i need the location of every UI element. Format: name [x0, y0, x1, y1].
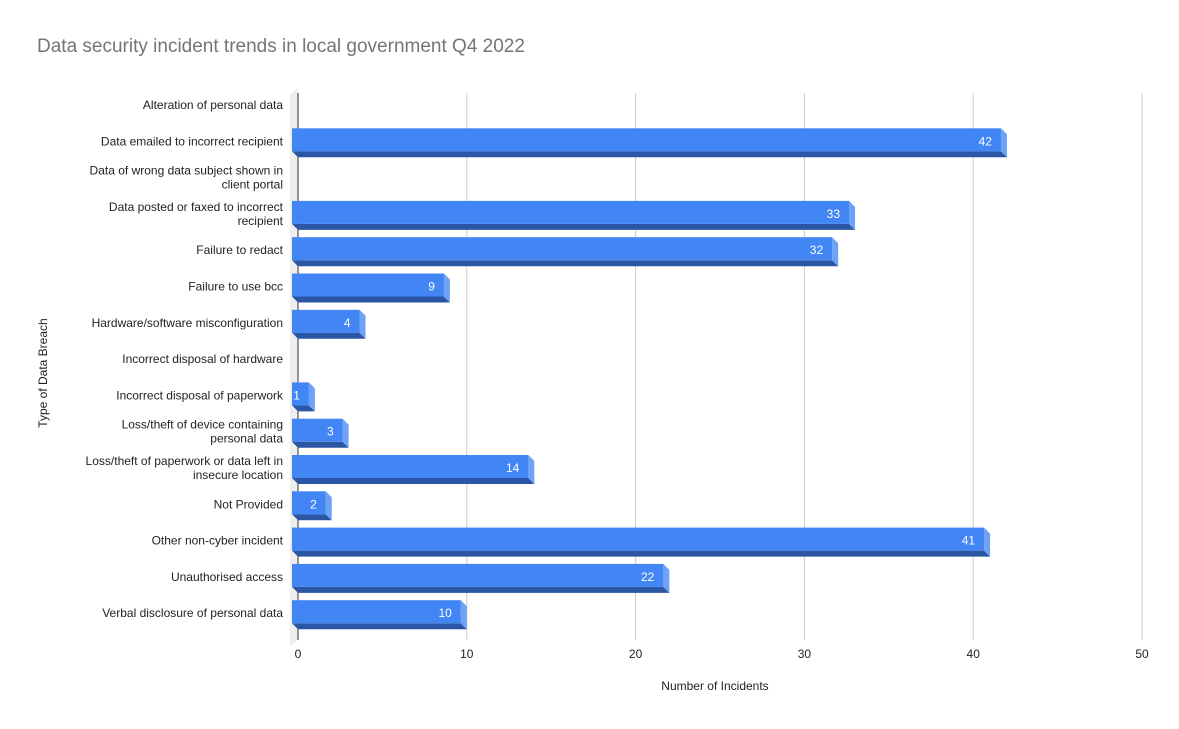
category-label: Loss/theft of paperwork or data left in i…	[86, 454, 283, 482]
category-label: Data posted or faxed to incorrect recipie…	[109, 200, 284, 228]
category-label: Data of wrong data subject shown in clien…	[90, 164, 283, 192]
bar-group: 2	[292, 491, 332, 521]
bar-bottom	[292, 332, 366, 339]
bar-group: 4	[292, 309, 366, 339]
chart-wall	[290, 88, 298, 646]
bar	[292, 455, 529, 478]
bar	[292, 600, 461, 624]
bar-bottom	[292, 296, 450, 303]
bar-bottom	[292, 514, 332, 521]
bar	[292, 527, 985, 551]
chart-floor	[290, 88, 298, 646]
bar-bottom	[292, 223, 856, 230]
bar-bottom	[292, 550, 991, 557]
bar	[292, 563, 664, 587]
category-label: Failure to redact	[196, 243, 283, 257]
bar-group: 9	[292, 273, 450, 303]
bar-group: 1	[292, 382, 315, 412]
category-label: Other non-cyber incident	[152, 534, 284, 548]
y-axis-title: Type of Data Breach	[36, 318, 50, 427]
bar	[292, 200, 850, 224]
data-label: 10	[438, 606, 452, 620]
x-tick-label: 0	[295, 647, 302, 661]
data-label: 1	[293, 388, 300, 402]
bar-group: 42	[292, 128, 1007, 158]
bar-group: 22	[292, 563, 670, 593]
data-label: 4	[344, 316, 351, 330]
bar-group: 33	[292, 200, 856, 230]
bar-bottom	[292, 623, 467, 630]
bar-bottom	[292, 478, 535, 484]
category-label: Not Provided	[214, 497, 283, 511]
x-tick-labels: 0 10 20 30 40 50	[295, 647, 1149, 661]
bar	[292, 128, 1001, 152]
category-label: Incorrect disposal of hardware	[122, 352, 283, 366]
bar-group: 10	[292, 600, 467, 630]
data-label: 42	[979, 134, 993, 148]
data-label: 9	[428, 280, 435, 294]
bar	[292, 418, 343, 442]
data-label: 3	[327, 425, 334, 439]
x-tick-label: 50	[1135, 647, 1149, 661]
data-label: 14	[506, 461, 520, 475]
bars: 4233329413142412210	[292, 128, 1007, 630]
data-label: 22	[641, 570, 655, 584]
category-label: Failure to use bcc	[188, 280, 283, 294]
bar-group: 32	[292, 237, 839, 267]
category-label: Verbal disclosure of personal data	[102, 606, 283, 620]
bar-group: 14	[292, 455, 535, 484]
gridlines	[297, 93, 1143, 640]
bar	[292, 273, 444, 297]
bar-chart: 4233329413142412210 Alteration of person…	[36, 88, 1149, 693]
x-tick-label: 40	[967, 647, 981, 661]
x-tick-label: 10	[460, 647, 474, 661]
category-label: Loss/theft of device containing personal …	[122, 418, 284, 446]
data-label: 41	[962, 534, 976, 548]
category-label: Unauthorised access	[171, 570, 283, 584]
bar-group: 3	[292, 418, 349, 448]
bar	[292, 237, 833, 261]
data-label: 33	[827, 207, 841, 221]
bar-group: 41	[292, 527, 991, 557]
x-axis-title: Number of Incidents	[661, 679, 768, 693]
category-label: Incorrect disposal of paperwork	[116, 388, 284, 402]
bar-bottom	[292, 586, 670, 593]
bar	[292, 491, 326, 515]
bar-bottom	[292, 260, 839, 267]
category-label: Alteration of personal data	[143, 98, 283, 112]
category-label: Data emailed to incorrect recipient	[101, 134, 284, 148]
data-label: 32	[810, 243, 824, 257]
data-label: 2	[310, 497, 317, 511]
bar-bottom	[292, 151, 1007, 158]
category-labels: Alteration of personal data Data emailed …	[86, 98, 284, 620]
x-tick-label: 30	[798, 647, 812, 661]
x-tick-label: 20	[629, 647, 643, 661]
bar-bottom	[292, 441, 349, 448]
category-label: Hardware/software misconfiguration	[92, 316, 283, 330]
